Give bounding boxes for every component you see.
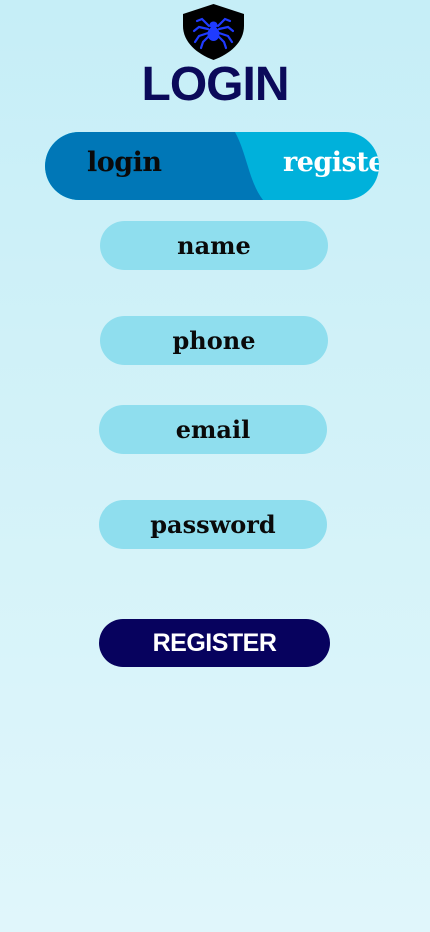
tab-login-label: login <box>87 147 162 178</box>
name-input[interactable] <box>100 221 328 270</box>
password-input[interactable] <box>99 500 327 549</box>
auth-tab-switch: register login <box>45 132 379 200</box>
page-title: LOGIN <box>141 58 290 111</box>
phone-input[interactable] <box>100 316 328 365</box>
tab-register-label: register <box>283 147 379 178</box>
email-input[interactable] <box>99 405 327 454</box>
register-button[interactable]: REGISTER <box>99 619 330 667</box>
logo <box>182 4 245 60</box>
tab-login[interactable]: login <box>45 132 235 200</box>
spider-shield-icon <box>183 4 244 60</box>
